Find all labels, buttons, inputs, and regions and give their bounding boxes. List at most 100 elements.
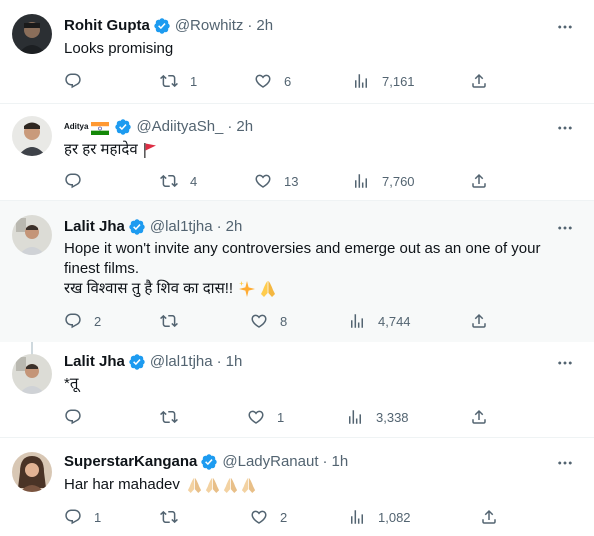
reply-icon <box>64 312 82 330</box>
display-name[interactable]: SuperstarKangana <box>64 452 197 472</box>
retweet-icon <box>160 312 178 330</box>
reply-icon <box>64 508 82 526</box>
action-bar: 2 8 4,744 <box>64 312 494 332</box>
more-icon[interactable] <box>556 219 574 237</box>
heart-icon <box>254 172 272 190</box>
timestamp[interactable]: 2h <box>226 217 243 237</box>
like-count: 2 <box>280 509 288 525</box>
folded-hands-emoji-icon <box>241 477 256 493</box>
tweet[interactable]: Lalit Jha @lal1tjha · 1h *तू 1 3,338 <box>0 342 594 438</box>
tweet-text-row: हर हर महादेव <box>64 140 574 160</box>
views-button[interactable]: 7,161 <box>352 72 415 90</box>
reply-icon <box>64 72 82 90</box>
reply-button[interactable] <box>64 172 94 190</box>
user-handle[interactable]: @AdiityaSh_ <box>136 117 223 137</box>
like-count: 13 <box>284 173 299 189</box>
retweet-button[interactable] <box>160 312 190 330</box>
action-bar: 4 13 7,760 <box>64 172 494 192</box>
tweet[interactable]: Lalit Jha @lal1tjha · 2h Hope it won't i… <box>0 201 594 342</box>
views-icon <box>348 508 366 526</box>
timestamp[interactable]: 1h <box>332 452 349 472</box>
views-button[interactable]: 1,082 <box>348 508 411 526</box>
reply-icon <box>64 172 82 190</box>
like-button[interactable]: 6 <box>254 72 291 90</box>
share-icon <box>480 508 498 526</box>
share-button[interactable] <box>480 508 498 526</box>
views-count: 1,082 <box>378 509 411 525</box>
more-icon[interactable] <box>556 18 574 36</box>
share-button[interactable] <box>470 408 488 426</box>
avatar[interactable] <box>12 215 52 255</box>
reply-button[interactable]: 1 <box>64 508 101 526</box>
display-name[interactable]: Lalit Jha <box>64 352 125 372</box>
avatar[interactable] <box>12 116 52 156</box>
retweet-button[interactable]: 1 <box>160 72 197 90</box>
retweet-button[interactable] <box>160 408 190 426</box>
india-flag-icon <box>91 121 110 135</box>
folded-hands-emoji-icon <box>187 477 202 493</box>
views-button[interactable]: 3,338 <box>346 408 409 426</box>
display-name[interactable]: Lalit Jha <box>64 217 125 237</box>
tweet[interactable]: Rohit Gupta @Rowhitz · 2h Looks promisin… <box>0 0 594 104</box>
reply-button[interactable]: 2 <box>64 312 101 330</box>
user-handle[interactable]: @lal1tjha <box>150 352 213 372</box>
folded-hands-emoji-icon <box>223 477 238 493</box>
more-icon[interactable] <box>556 454 574 472</box>
retweet-icon <box>160 172 178 190</box>
verified-badge-icon <box>200 453 218 471</box>
reply-button[interactable] <box>64 72 94 90</box>
like-button[interactable]: 1 <box>247 408 284 426</box>
separator-dot: · <box>216 353 222 370</box>
user-handle[interactable]: @lal1tjha <box>150 217 213 237</box>
verified-badge-icon <box>153 17 171 35</box>
display-name[interactable]: Aditya <box>64 117 88 137</box>
folded-hands-emoji-group <box>186 477 257 494</box>
avatar[interactable] <box>12 452 52 492</box>
share-button[interactable] <box>470 312 488 330</box>
heart-icon <box>250 312 268 330</box>
timestamp[interactable]: 2h <box>236 117 253 137</box>
avatar[interactable] <box>12 354 52 394</box>
tweet-text: Har har mahadev <box>64 476 180 493</box>
tweet[interactable]: Aditya @AdiityaSh_ · 2h हर हर महादेव 4 1… <box>0 104 594 201</box>
reply-icon <box>64 408 82 426</box>
tweet-header: Lalit Jha @lal1tjha · 1h <box>64 352 242 372</box>
tweet-text: हर हर महादेव <box>64 141 138 158</box>
tweet-text-line-row: रख विश्वास तु है शिव का दास!! <box>64 279 574 299</box>
retweet-count: 1 <box>190 73 198 89</box>
share-icon <box>470 312 488 330</box>
share-icon <box>470 172 488 190</box>
views-icon <box>352 72 370 90</box>
separator-dot: · <box>216 218 222 235</box>
reply-button[interactable] <box>64 408 94 426</box>
tweet-text-line: Hope it won't invite any controversies a… <box>64 240 541 257</box>
views-button[interactable]: 7,760 <box>352 172 415 190</box>
like-button[interactable]: 13 <box>254 172 298 190</box>
views-icon <box>348 312 366 330</box>
heart-icon <box>247 408 265 426</box>
tweet-text-line: finest films. <box>64 260 140 277</box>
share-button[interactable] <box>470 72 488 90</box>
timestamp[interactable]: 2h <box>256 16 273 36</box>
verified-badge-icon <box>128 218 146 236</box>
like-count: 1 <box>277 409 285 425</box>
tweet[interactable]: SuperstarKangana @LadyRanaut · 1h Har ha… <box>0 438 594 536</box>
retweet-button[interactable]: 4 <box>160 172 197 190</box>
separator-dot: · <box>247 17 253 34</box>
tweet-header: Aditya @AdiityaSh_ · 2h <box>64 117 253 137</box>
avatar[interactable] <box>12 14 52 54</box>
like-button[interactable]: 2 <box>250 508 287 526</box>
reply-count: 1 <box>94 509 102 525</box>
views-button[interactable]: 4,744 <box>348 312 411 330</box>
like-button[interactable]: 8 <box>250 312 287 330</box>
more-icon[interactable] <box>556 119 574 137</box>
share-button[interactable] <box>470 172 488 190</box>
display-name[interactable]: Rohit Gupta <box>64 16 150 36</box>
views-count: 4,744 <box>378 313 411 329</box>
more-icon[interactable] <box>556 354 574 372</box>
timestamp[interactable]: 1h <box>226 352 243 372</box>
user-handle[interactable]: @Rowhitz <box>175 16 244 36</box>
action-bar: 1 3,338 <box>64 408 494 428</box>
retweet-button[interactable] <box>160 508 190 526</box>
user-handle[interactable]: @LadyRanaut <box>222 452 318 472</box>
